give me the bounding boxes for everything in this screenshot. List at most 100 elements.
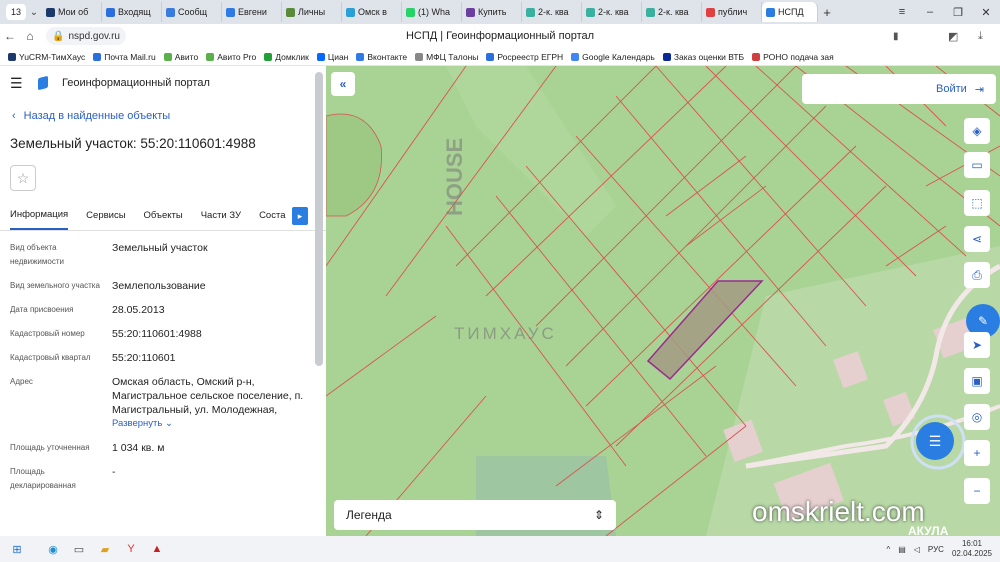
clock-date: 02.04.2025 [951, 549, 992, 558]
bookmark-item[interactable]: Домклик [264, 52, 309, 62]
navigate-icon[interactable]: ➤ [964, 332, 990, 358]
task-view-icon[interactable]: ▭ [66, 539, 92, 559]
clock[interactable]: 16:01 02.04.2025 [952, 539, 992, 559]
tray-up-icon[interactable]: ^ [886, 545, 890, 554]
close-icon[interactable]: ✕ [972, 6, 1000, 19]
bookmark-favicon-icon [662, 52, 671, 61]
object-title: Земельный участок: 55:20:110601:4988 [10, 136, 256, 151]
cadastral-map[interactable] [326, 66, 1000, 536]
back-arrow-icon[interactable]: ← [0, 29, 20, 43]
expand-link[interactable]: Развернуть ⌄ [112, 417, 304, 431]
login-label: Войти [935, 83, 967, 95]
hamburger-menu-icon[interactable]: ☰ [10, 75, 24, 92]
minimize-icon[interactable]: – [916, 6, 944, 18]
bookmark-item[interactable]: Почта Mail.ru [93, 52, 156, 62]
download-icon[interactable]: ⤓ [978, 30, 983, 43]
browser-tab[interactable]: Купить [462, 2, 522, 22]
bookmark-item[interactable]: Вконтакте [356, 52, 407, 62]
ruler-icon[interactable]: ▭ [964, 152, 990, 178]
info-row: Вид объекта недвижимости Земельный участо… [10, 241, 326, 269]
tab-composition[interactable]: Соста [259, 202, 285, 229]
tab-parts[interactable]: Части ЗУ [201, 202, 241, 229]
zoom-in-icon[interactable]: + [964, 440, 990, 466]
tab-info[interactable]: Информация [10, 201, 69, 230]
tab-favicon-icon [466, 7, 475, 17]
browser-tab[interactable]: Сообщ [162, 2, 222, 22]
home-icon[interactable]: ⌂ [20, 29, 40, 43]
browser-tab[interactable]: 2-к. ква [522, 2, 582, 22]
url-field[interactable]: 🔒 nspd.gov.ru [46, 27, 126, 45]
browser-tab[interactable]: публич [702, 2, 762, 22]
panel-scrollbar[interactable] [315, 72, 323, 366]
bookmark-item[interactable]: МФЦ Талоны [415, 52, 478, 62]
bookmark-favicon-icon [8, 52, 16, 61]
basemap-icon[interactable]: ▣ [964, 368, 990, 394]
print-icon[interactable]: ⎙ [964, 262, 990, 288]
bookmark-item[interactable]: Авито [163, 52, 198, 62]
info-row: Площадь декларированная - [10, 465, 326, 493]
acrobat-icon[interactable]: ▲ [144, 539, 170, 559]
language-indicator[interactable]: РУС [928, 545, 944, 554]
volume-icon[interactable]: ◁ [914, 545, 920, 554]
bookmark-icon[interactable]: ▮ [893, 31, 899, 42]
menu-icon[interactable]: ≡ [888, 6, 916, 18]
share-icon[interactable]: ⋖ [964, 226, 990, 252]
tab-objects[interactable]: Объекты [144, 202, 183, 229]
bookmark-item[interactable]: Заказ оценки ВТБ [662, 52, 744, 62]
browser-tab[interactable]: 2-к. ква [582, 2, 642, 22]
watermark-site: omskrielt.com [752, 496, 925, 527]
address-bar: ← ⌂ 🔒 nspd.gov.ru НСПД | Геоинформационн… [0, 24, 1000, 48]
browser-tab[interactable]: Входящ [102, 2, 162, 22]
tab-services[interactable]: Сервисы [86, 202, 125, 229]
map-view[interactable]: « Войти ⇥ ◈ ▭ ⬚ ⋖ ⎙ ✎ ➤ ▣ ◎ + − ☰ Легенда… [326, 66, 1000, 536]
edge-browser-icon[interactable]: ◉ [40, 539, 66, 559]
browser-tab[interactable]: Евгени [222, 2, 282, 22]
tab-favicon-icon [106, 7, 115, 17]
bookmark-item[interactable]: YuCRM-ТимХаус [8, 52, 85, 62]
portal-header: ☰ Геоинформационный портал [0, 66, 326, 100]
tabs-scroll-right-icon[interactable]: ▸ [292, 207, 308, 225]
bookmark-item[interactable]: Росреестр ЕГРН [486, 52, 563, 62]
portal-logo [38, 75, 48, 91]
tab-count-badge[interactable]: 13 [6, 4, 26, 20]
layers-icon[interactable]: ◈ [964, 118, 990, 144]
chevron-down-icon[interactable]: ⌄ [26, 7, 42, 18]
tab-label: 2-к. ква [658, 7, 689, 17]
favorite-star-icon[interactable]: ☆ [10, 165, 36, 191]
bookmark-item[interactable]: Google Календарь [571, 52, 655, 62]
feed-icon[interactable]: ◩ [948, 30, 958, 43]
chat-icon[interactable]: ☰ [916, 422, 954, 460]
restore-icon[interactable]: ❐ [944, 6, 972, 19]
bookmark-item[interactable]: РОНО подача зая [752, 52, 834, 62]
bookmark-item[interactable]: Циан [316, 52, 348, 62]
collapse-panel-button[interactable]: « [331, 72, 355, 96]
file-explorer-icon[interactable]: ▰ [92, 539, 118, 559]
browser-tab[interactable]: Личны [282, 2, 342, 22]
windows-start-icon[interactable]: ⊞ [4, 539, 30, 559]
bookmark-item[interactable]: Авито Pro [206, 52, 256, 62]
login-button[interactable]: Войти ⇥ [802, 74, 996, 104]
legend-select[interactable]: Легенда ⇕ [334, 500, 616, 530]
browser-tab[interactable]: 2-к. ква [642, 2, 702, 22]
back-link[interactable]: ‹ Назад в найденные объекты [12, 110, 326, 122]
browser-tab[interactable]: Омск в [342, 2, 402, 22]
info-label: Кадастровый номер [10, 329, 85, 338]
browser-tab[interactable]: (1) Wha [402, 2, 462, 22]
info-value: Омская область, Омский р-н, Магистрально… [112, 376, 304, 416]
select-area-icon[interactable]: ⬚ [964, 190, 990, 216]
browser-tab[interactable]: НСПД [762, 2, 818, 22]
browser-tab[interactable]: Мои об [42, 2, 102, 22]
window-controls: ≡ – ❐ ✕ [888, 0, 1000, 24]
new-tab-button[interactable]: + [818, 5, 836, 20]
tab-label: Евгени [238, 7, 267, 17]
tab-label: (1) Wha [418, 7, 451, 17]
locate-icon[interactable]: ◎ [964, 404, 990, 430]
tab-label: Мои об [58, 7, 89, 17]
expand-label: Развернуть [112, 418, 163, 429]
bookmarks-bar: YuCRM-ТимХаус Почта Mail.ru Авито Авито Pro… [0, 48, 1000, 66]
tab-favicon-icon [166, 7, 175, 17]
network-icon[interactable]: ▤ [898, 545, 906, 554]
bookmark-favicon-icon [486, 52, 495, 61]
yandex-browser-icon[interactable]: Y [118, 539, 144, 559]
zoom-out-icon[interactable]: − [964, 478, 990, 504]
